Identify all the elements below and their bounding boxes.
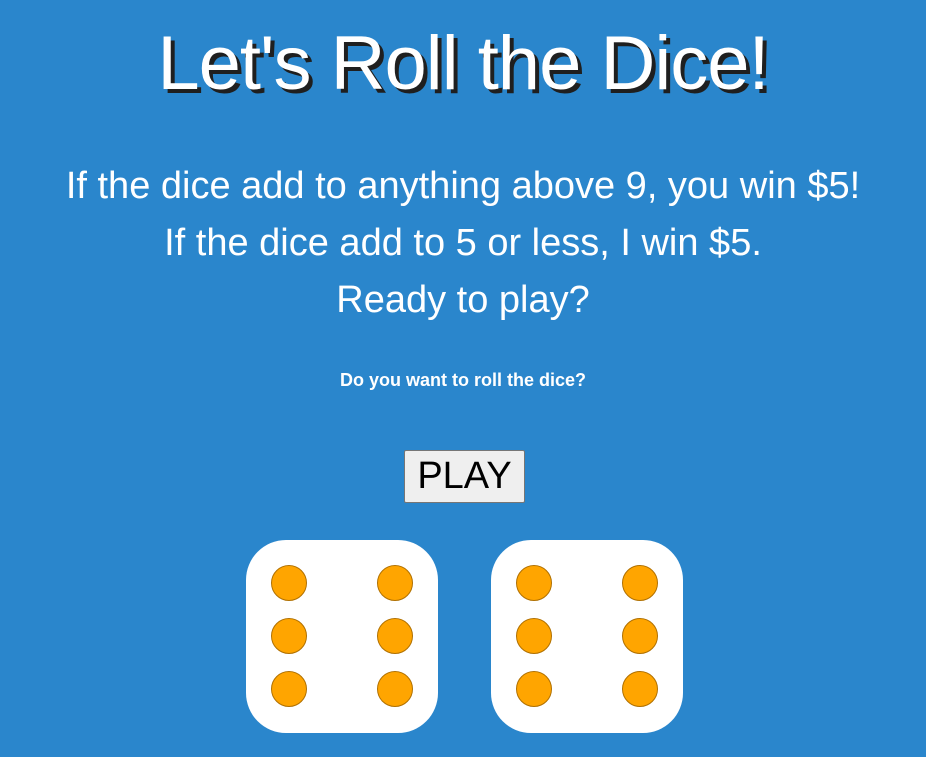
pip xyxy=(622,671,658,707)
rules-text: If the dice add to anything above 9, you… xyxy=(0,158,926,329)
die-right xyxy=(491,540,683,733)
pip xyxy=(271,618,307,654)
pip xyxy=(622,565,658,601)
roll-question: Do you want to roll the dice? xyxy=(339,370,586,390)
page-title: Let's Roll the Dice! xyxy=(157,21,769,106)
die-left xyxy=(246,540,438,733)
pip xyxy=(377,671,413,707)
play-button[interactable]: PLAY xyxy=(404,450,525,503)
pip xyxy=(516,618,552,654)
pip xyxy=(516,671,552,707)
pip xyxy=(377,618,413,654)
pip xyxy=(271,565,307,601)
pip xyxy=(271,671,307,707)
rule-line-lose: If the dice add to 5 or less, I win $5. xyxy=(164,222,762,264)
pip xyxy=(377,565,413,601)
rule-line-ready: Ready to play? xyxy=(336,279,590,321)
pip xyxy=(622,618,658,654)
rule-line-win: If the dice add to anything above 9, you… xyxy=(65,165,861,207)
pip xyxy=(516,565,552,601)
